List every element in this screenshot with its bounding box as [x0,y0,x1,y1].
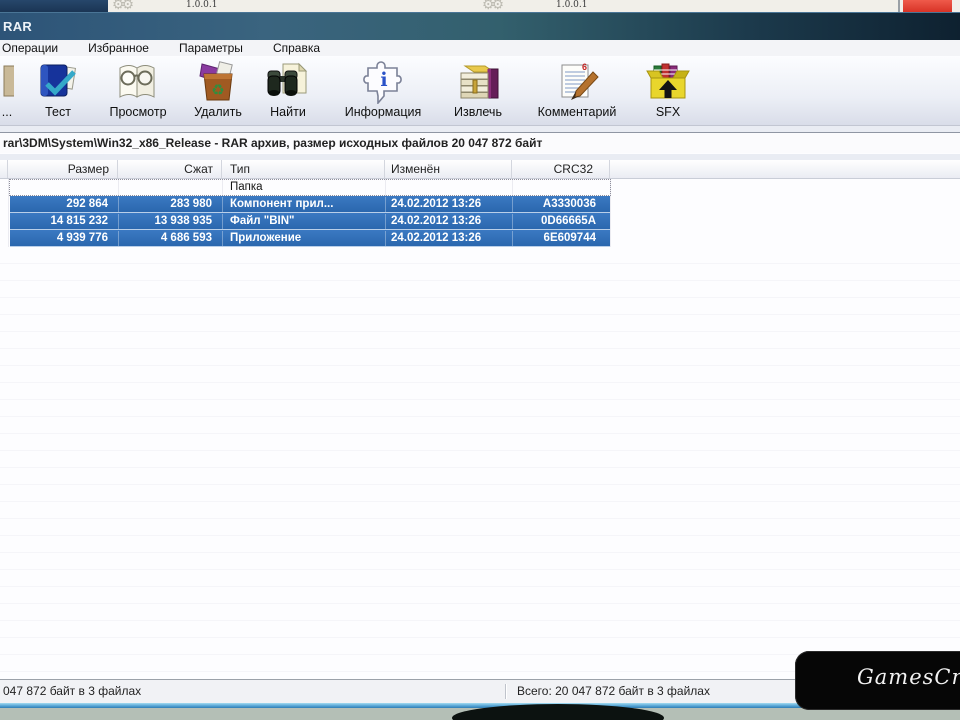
address-bar[interactable]: rar\3DM\System\Win32_x86_Release - RAR а… [0,132,960,154]
delete-icon: ♻ [199,61,233,101]
sfx-icon [646,63,690,99]
svg-text:6: 6 [582,62,587,72]
cell-type: Компонент прил... [230,198,334,210]
column-header-packed[interactable]: Сжат [118,160,222,178]
cell-type: Файл "BIN" [230,215,295,227]
cell-modified: 24.02.2012 13:26 [391,232,482,244]
view-icon [119,65,155,98]
table-row-parent-folder[interactable]: Папка [0,179,960,196]
table-row[interactable]: 4 939 776 4 686 593 Приложение 24.02.201… [0,230,960,247]
toolbar-button-extract[interactable]: Извлечь [428,58,528,124]
status-selected-info: 047 872 байт в 3 файлах [3,684,142,698]
background-navy-block [0,0,108,12]
window-title: RAR [3,19,33,34]
cell-packed: 13 938 935 [154,215,212,227]
toolbar-button-comment[interactable]: 6 Комментарий [521,58,633,124]
svg-text:♻: ♻ [211,82,224,99]
background-close-button[interactable] [903,0,952,12]
menu-favorites[interactable]: Избранное [88,41,149,55]
titlebar[interactable]: RAR [0,12,960,40]
cell-modified: 24.02.2012 13:26 [391,198,482,210]
cell-type: Приложение [230,232,302,244]
column-header-name[interactable] [0,160,8,178]
cell-size: 292 864 [66,198,108,210]
find-icon [267,62,308,96]
info-icon: i [363,61,402,104]
toolbar-button-find[interactable]: Найти [238,58,338,124]
cell-modified: 24.02.2012 13:26 [391,215,482,227]
table-row[interactable]: 292 864 283 980 Компонент прил... 24.02.… [0,196,960,213]
column-header-crc32[interactable]: CRC32 [512,160,610,178]
cell-crc32: A3330036 [542,198,596,210]
background-version-right: 1.0.0.1 [556,0,588,10]
cell-type: Папка [230,181,263,193]
empty-list-rows [0,247,960,679]
status-total-info: Всего: 20 047 872 байт в 3 файлах [517,684,710,698]
table-row[interactable]: 14 815 232 13 938 935 Файл "BIN" 24.02.2… [0,213,960,230]
menu-options[interactable]: Параметры [179,41,243,55]
cell-packed: 283 980 [170,198,212,210]
file-list[interactable]: Папка 292 864 283 980 Компонент прил... … [0,179,960,679]
watermark-text: GamesCrac [857,665,960,689]
column-header-size[interactable]: Размер [8,160,118,178]
cell-size: 14 815 232 [50,215,108,227]
cell-size: 4 939 776 [56,232,108,244]
cell-crc32: 6E609744 [543,232,596,244]
toolbar-button-info[interactable]: i Информация [333,58,433,124]
toolbar: ... Тест Просмотр ♻ Удалить Найти i Инфо… [0,56,960,126]
file-list-header: Размер Сжат Тип Изменён CRC32 [0,160,960,179]
screen: ⚙⚙ 1.0.0.1 ⚙⚙ 1.0.0.1 RAR Операции Избра… [0,0,960,720]
svg-text:i: i [380,69,387,91]
column-header-modified[interactable]: Изменён [385,160,512,178]
menu-operations[interactable]: Операции [2,41,58,55]
address-bar-area: rar\3DM\System\Win32_x86_Release - RAR а… [0,126,960,160]
extract-icon [460,65,499,99]
cell-packed: 4 686 593 [160,232,212,244]
menu-help[interactable]: Справка [273,41,320,55]
menu-bar: Операции Избранное Параметры Справка [0,40,960,56]
background-version-left: 1.0.0.1 [186,0,218,10]
toolbar-button-sfx[interactable]: SFX [618,58,718,124]
test-icon [40,64,77,97]
background-window-border [898,0,900,12]
watermark-badge: GamesCrac [795,651,960,710]
comment-icon: 6 [561,62,599,100]
background-window-strip: ⚙⚙ 1.0.0.1 ⚙⚙ 1.0.0.1 [0,0,960,12]
cell-crc32: 0D66665A [541,215,596,227]
statusbar-divider [505,684,506,699]
column-header-type[interactable]: Тип [222,160,385,178]
archive-path-text: rar\3DM\System\Win32_x86_Release - RAR а… [3,136,543,150]
